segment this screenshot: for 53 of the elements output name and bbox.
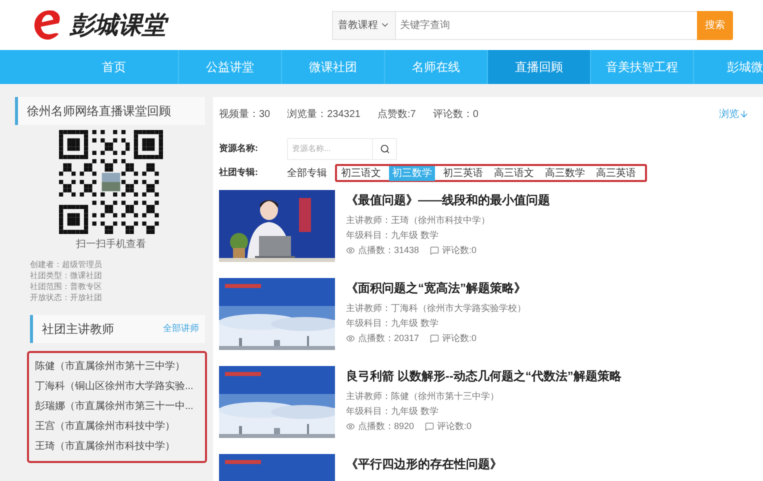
category-dropdown[interactable]: 普教课程: [332, 10, 396, 40]
search-icon: [380, 144, 390, 154]
comment-icon: [430, 334, 440, 343]
teacher-text: 主讲教师：丁海科（徐州市大学路实验学校）: [346, 302, 526, 315]
resource-search-field[interactable]: 资源名称...: [287, 138, 373, 160]
grade-text: 年级科目：九年级 数学: [346, 317, 440, 330]
album-label: 社团专辑:: [219, 166, 259, 180]
stat-text: 点赞数:7: [378, 108, 416, 122]
teacher-link[interactable]: 丁海科（铜山区徐州市大学路实验...: [35, 377, 205, 397]
arrow-down-icon: [739, 109, 749, 119]
comment-icon: [430, 246, 440, 255]
video-title[interactable]: 良弓利箭 以数解形--动态几何题之“代数法”解题策略: [346, 367, 622, 385]
comment-icon: [425, 422, 434, 431]
comment-count: 评论数:0: [442, 244, 477, 257]
teacher-text: 主讲教师：王琦（徐州市科技中学）: [346, 214, 491, 227]
info-line: 社团类型：微课社团: [30, 270, 103, 281]
panel-title: 徐州名师网络直播课堂回顾: [27, 103, 171, 120]
play-count: 点播数：20317: [358, 332, 420, 345]
teacher-link[interactable]: 陈健（市直属徐州市第十三中学）: [35, 357, 205, 377]
panel-title: 社团主讲教师: [42, 321, 114, 338]
grade-text: 年级科目：九年级 数学: [346, 405, 440, 418]
eye-icon: [346, 334, 355, 343]
teacher-link[interactable]: 彭瑞娜（市直属徐州市第三十一中...: [35, 397, 205, 417]
search-field[interactable]: 关键字查询: [396, 10, 697, 40]
album-tab[interactable]: 高三英语: [593, 166, 639, 180]
comment-count: 评论数:0: [437, 420, 472, 433]
album-tab[interactable]: 高三数学: [542, 166, 588, 180]
video-title[interactable]: 《平行四边形的存在性问题》: [346, 455, 502, 473]
info-line: 社团范围：普教专区: [30, 281, 103, 292]
album-tab[interactable]: 全部专辑: [287, 166, 327, 180]
video-title[interactable]: 《最值问题》——线段和的最小值问题: [346, 191, 550, 209]
search-label: 资源名称:: [219, 142, 259, 156]
play-count: 点播数：31438: [358, 244, 420, 257]
stat-text: 浏览量：234321: [287, 108, 360, 122]
qr-caption: 扫一扫手机查看: [76, 238, 146, 252]
eye-icon: [346, 422, 355, 431]
comment-count: 评论数:0: [442, 332, 477, 345]
info-line: 创建者：超级管理员: [30, 259, 103, 270]
album-tab[interactable]: 初三英语: [440, 166, 486, 180]
album-tab[interactable]: 初三语文: [338, 166, 384, 180]
teacher-text: 主讲教师：陈健（徐州市第十三中学）: [346, 390, 500, 403]
search-button[interactable]: [373, 138, 397, 160]
eye-icon: [346, 246, 355, 255]
teacher-link[interactable]: 王琦（市直属徐州市科技中学）: [35, 437, 205, 457]
video-title[interactable]: 《面积问题之“宽高法”解题策略》: [346, 279, 526, 297]
teacher-link[interactable]: 王宫（市直属徐州市科技中学）: [35, 417, 205, 437]
info-line: 开放状态：开放社团: [30, 292, 103, 303]
grade-text: 年级科目：九年级 数学: [346, 229, 440, 242]
stat-text: 评论数：0: [432, 108, 478, 122]
play-count: 点播数：8920: [358, 420, 414, 433]
stat-text: 视频量：30: [219, 108, 270, 122]
album-tab[interactable]: 高三语文: [491, 166, 537, 180]
qr-code-icon: [59, 130, 163, 234]
